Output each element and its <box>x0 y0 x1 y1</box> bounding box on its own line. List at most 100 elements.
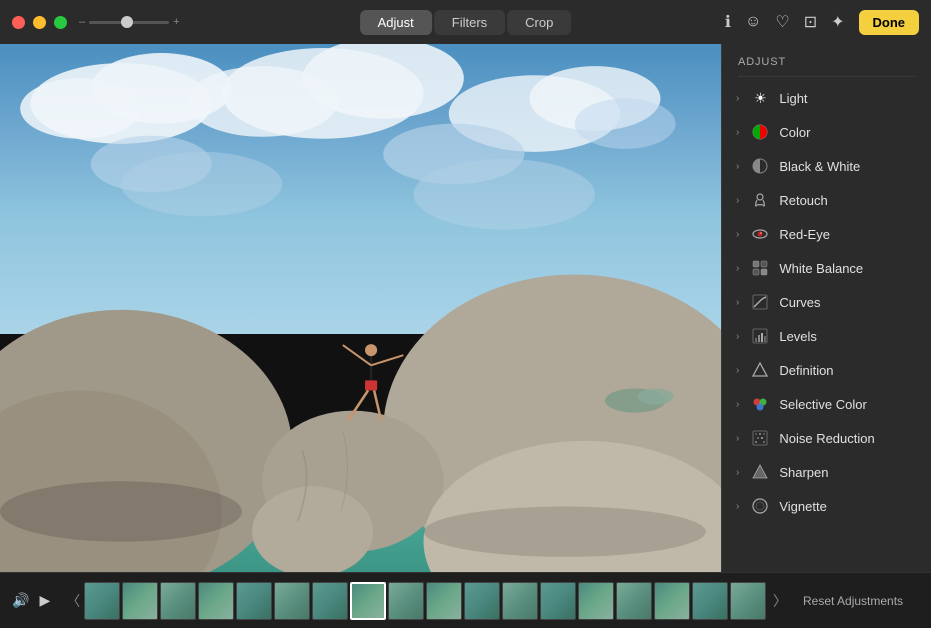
bottom-bar: 🔊 ▶ 〈 〉 Reset Adjustments <box>0 572 931 628</box>
panel-title: ADJUST <box>722 44 931 76</box>
vignette-icon <box>751 497 769 515</box>
done-button[interactable]: Done <box>859 10 920 35</box>
light-icon: ☀ <box>751 89 769 107</box>
chevron-icon: › <box>736 331 739 342</box>
film-frame[interactable] <box>654 582 690 620</box>
film-frame[interactable] <box>312 582 348 620</box>
curves-icon <box>751 293 769 311</box>
adjust-item-bw[interactable]: › Black & White <box>722 149 931 183</box>
minimize-button[interactable] <box>33 16 46 29</box>
film-frame[interactable] <box>388 582 424 620</box>
bottom-right: Reset Adjustments <box>791 592 931 610</box>
adjust-item-sharpen[interactable]: › Sharpen <box>722 455 931 489</box>
frame-button[interactable]: ⊡ <box>804 12 817 32</box>
adjust-item-redeye[interactable]: › Red-Eye <box>722 217 931 251</box>
tab-filters[interactable]: Filters <box>434 10 505 35</box>
item-label-vignette: Vignette <box>779 499 826 514</box>
item-label-selectivecolor: Selective Color <box>779 397 866 412</box>
heart-button[interactable]: ♡ <box>775 12 789 32</box>
item-label-sharpen: Sharpen <box>779 465 828 480</box>
item-label-retouch: Retouch <box>779 193 827 208</box>
film-frame[interactable] <box>502 582 538 620</box>
film-frame[interactable] <box>274 582 310 620</box>
adjust-list: › ☀ Light › Color › <box>722 77 931 572</box>
adjust-item-vignette[interactable]: › Vignette <box>722 489 931 523</box>
film-frame[interactable] <box>692 582 728 620</box>
filmstrip-right-arrow[interactable]: 〉 <box>769 591 791 611</box>
film-frames <box>84 582 769 620</box>
retouch-icon <box>751 191 769 209</box>
adjust-item-curves[interactable]: › Curves <box>722 285 931 319</box>
whitebalance-icon <box>751 259 769 277</box>
filmstrip <box>84 580 769 622</box>
film-frame[interactable] <box>578 582 614 620</box>
close-button[interactable] <box>12 16 25 29</box>
photo-scene <box>0 44 721 572</box>
film-frame[interactable] <box>540 582 576 620</box>
adjust-item-selectivecolor[interactable]: › Selective Color <box>722 387 931 421</box>
item-label-definition: Definition <box>779 363 833 378</box>
volume-button[interactable]: 🔊 <box>12 592 29 609</box>
chevron-icon: › <box>736 399 739 410</box>
chevron-icon: › <box>736 467 739 478</box>
bw-icon <box>751 157 769 175</box>
chevron-icon: › <box>736 127 739 138</box>
item-label-light: Light <box>779 91 807 106</box>
chevron-icon: › <box>736 263 739 274</box>
rocks-svg <box>0 176 721 572</box>
sharpen-icon <box>751 463 769 481</box>
playback-controls: 🔊 ▶ <box>0 592 62 609</box>
film-frame-selected[interactable] <box>350 582 386 620</box>
film-frame[interactable] <box>122 582 158 620</box>
photo-area <box>0 44 721 572</box>
reset-adjustments-button[interactable]: Reset Adjustments <box>803 594 903 608</box>
chevron-icon: › <box>736 229 739 240</box>
adjust-item-light[interactable]: › ☀ Light <box>722 81 931 115</box>
levels-icon <box>751 327 769 345</box>
item-label-levels: Levels <box>779 329 817 344</box>
filmstrip-left-arrow[interactable]: 〈 <box>62 591 84 611</box>
info-button[interactable]: ℹ <box>725 12 731 32</box>
adjust-item-color[interactable]: › Color <box>722 115 931 149</box>
chevron-icon: › <box>736 501 739 512</box>
tab-adjust[interactable]: Adjust <box>360 10 432 35</box>
selectivecolor-icon <box>751 395 769 413</box>
item-label-redeye: Red-Eye <box>779 227 830 242</box>
adjust-item-whitebalance[interactable]: › White Balance <box>722 251 931 285</box>
chevron-icon: › <box>736 195 739 206</box>
window-controls <box>12 16 67 29</box>
noisereduction-icon <box>751 429 769 447</box>
item-label-curves: Curves <box>779 295 820 310</box>
titlebar: – + Adjust Filters Crop ℹ ☺ ♡ ⊡ ✦ Done <box>0 0 931 44</box>
film-frame[interactable] <box>464 582 500 620</box>
chevron-icon: › <box>736 161 739 172</box>
right-panel: ADJUST › ☀ Light › Color <box>721 44 931 572</box>
item-label-whitebalance: White Balance <box>779 261 863 276</box>
item-label-color: Color <box>779 125 810 140</box>
maximize-button[interactable] <box>54 16 67 29</box>
item-label-bw: Black & White <box>779 159 860 174</box>
adjust-item-noisereduction[interactable]: › Noise Reduction <box>722 421 931 455</box>
chevron-icon: › <box>736 93 739 104</box>
center-tabs: Adjust Filters Crop <box>360 10 572 35</box>
color-icon <box>751 123 769 141</box>
film-frame[interactable] <box>616 582 652 620</box>
adjust-item-retouch[interactable]: › Retouch <box>722 183 931 217</box>
zoom-slider[interactable]: – + <box>79 16 180 28</box>
definition-icon <box>751 361 769 379</box>
magic-button[interactable]: ✦ <box>831 12 844 32</box>
film-frame[interactable] <box>426 582 462 620</box>
film-frame[interactable] <box>236 582 272 620</box>
adjust-item-levels[interactable]: › Levels <box>722 319 931 353</box>
chevron-icon: › <box>736 297 739 308</box>
tab-crop[interactable]: Crop <box>507 10 571 35</box>
film-frame[interactable] <box>160 582 196 620</box>
emoji-button[interactable]: ☺ <box>745 13 761 31</box>
right-icons: ℹ ☺ ♡ ⊡ ✦ Done <box>725 10 919 35</box>
adjust-item-definition[interactable]: › Definition <box>722 353 931 387</box>
film-frame[interactable] <box>198 582 234 620</box>
play-button[interactable]: ▶ <box>39 592 50 609</box>
item-label-noisereduction: Noise Reduction <box>779 431 874 446</box>
film-frame[interactable] <box>730 582 766 620</box>
film-frame[interactable] <box>84 582 120 620</box>
